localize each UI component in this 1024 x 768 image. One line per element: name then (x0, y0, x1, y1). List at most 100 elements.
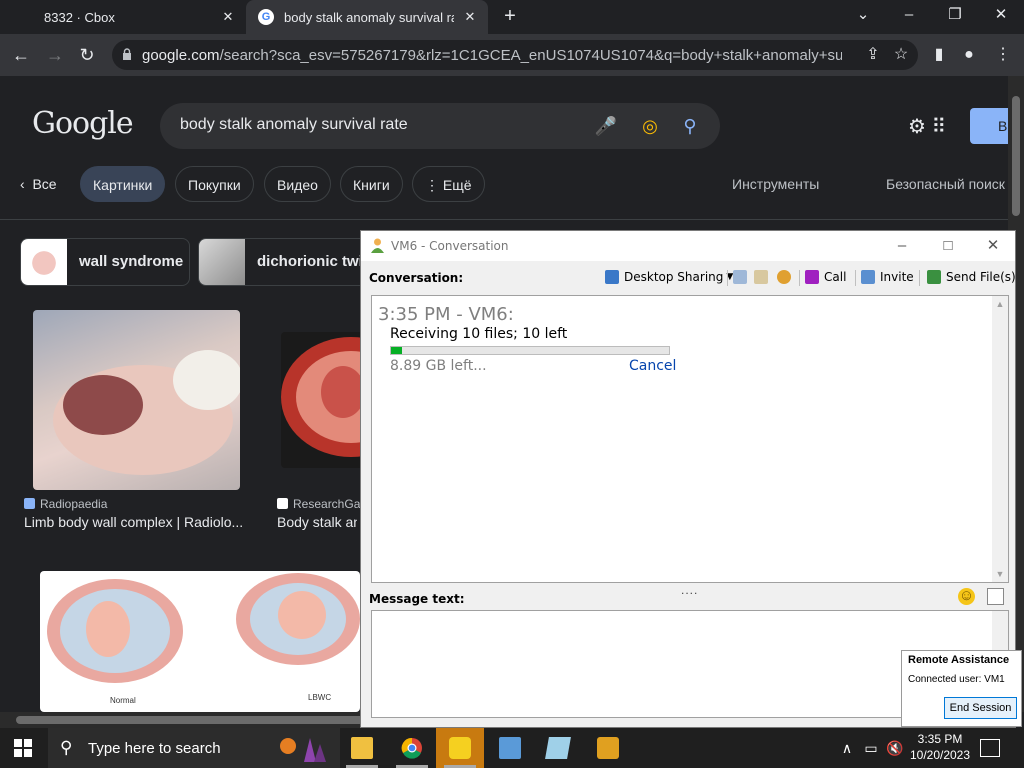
new-tab-button[interactable]: + (498, 4, 522, 28)
close-icon[interactable]: ✕ (978, 236, 1008, 256)
search-query: body stalk anomaly survival rate (180, 116, 408, 133)
network-icon[interactable]: ▭ (860, 728, 882, 768)
profile-icon[interactable]: ● (956, 42, 982, 68)
toolbar-separator (727, 270, 728, 286)
taskbar-chrome[interactable] (388, 728, 436, 768)
side-panel-icon[interactable]: ▮ (926, 42, 952, 68)
transfer-status-text: Receiving 10 files; 10 left (390, 326, 568, 342)
emoticon-icon[interactable] (958, 587, 975, 605)
settings-gear-icon[interactable]: ⚙ ⠿ (908, 114, 948, 140)
google-favicon-icon (258, 9, 274, 25)
result-image[interactable]: Normal LBWC (40, 571, 360, 712)
splitter-grip[interactable]: .... (681, 583, 698, 597)
search-input[interactable]: body stalk anomaly survival rate 🎤 ◎ ⚲ (160, 103, 720, 149)
minimize-icon[interactable]: – (887, 236, 917, 256)
conversation-history[interactable]: 3:35 PM - VM6: Receiving 10 files; 10 le… (371, 295, 1009, 583)
cancel-transfer-link[interactable]: Cancel (629, 358, 676, 374)
history-scrollbar[interactable]: ▲ ▼ (992, 296, 1008, 582)
related-chip[interactable]: wall syndrome (20, 238, 190, 286)
forward-icon[interactable]: → (42, 42, 68, 68)
reload-icon[interactable]: ↻ (74, 42, 100, 68)
volume-muted-icon[interactable]: 🔇 (884, 728, 906, 768)
remote-desktop-icon (499, 737, 521, 759)
tab-cbox[interactable]: 8332 · Cbox ✕ (0, 0, 246, 34)
video-call-icon (805, 270, 819, 284)
result-image[interactable] (33, 310, 240, 490)
close-window-icon[interactable]: ✕ (978, 0, 1024, 34)
result-photo (53, 350, 240, 475)
taskbar-app-notes[interactable] (534, 728, 582, 768)
google-logo[interactable]: Google (32, 106, 134, 141)
tab-shopping[interactable]: Покупки (175, 166, 254, 202)
tab-more[interactable]: ⋮ Ещё (412, 166, 485, 202)
conversation-titlebar[interactable]: VM6 - Conversation – □ ✕ (361, 231, 1015, 261)
result-title[interactable]: Limb body wall complex | Radiolo... (24, 514, 254, 530)
safesearch-button[interactable]: Безопасный поиск (874, 166, 1008, 202)
tab-search-chevron-icon[interactable]: ⌄ (840, 0, 886, 34)
minimize-icon[interactable]: – (886, 0, 932, 34)
scroll-up-icon[interactable]: ▲ (995, 299, 1005, 309)
voice-search-icon[interactable]: 🎤 (594, 114, 618, 138)
divider (0, 219, 1008, 220)
tab-google-search[interactable]: body stalk anomaly survival rate ✕ (246, 0, 488, 34)
related-chip[interactable]: dichorionic twin (198, 238, 368, 286)
games-icon (777, 270, 791, 284)
taskbar-search-box[interactable]: ⚲ Type here to search (48, 728, 340, 768)
tab-all[interactable]: ‹ Все (8, 166, 69, 202)
invite-button[interactable]: Invite (861, 268, 914, 286)
file-transfer-icon (754, 270, 768, 284)
close-tab-icon[interactable]: ✕ (220, 9, 236, 25)
taskbar-app-remote[interactable] (486, 728, 534, 768)
windows-start-icon[interactable] (14, 739, 32, 757)
size-left-text: 8.89 GB left... (390, 358, 487, 374)
call-button[interactable]: Call (805, 268, 846, 286)
search-icon: ⚲ (60, 738, 73, 757)
chip-thumbnail (21, 239, 67, 285)
end-session-button[interactable]: End Session (944, 697, 1017, 719)
toolbar-separator (919, 270, 920, 286)
sign-in-button[interactable]: В (970, 108, 1008, 144)
file-transfer-button[interactable] (754, 268, 773, 286)
whiteboard-button[interactable] (733, 268, 752, 286)
restore-icon[interactable]: ❐ (932, 0, 978, 34)
lens-icon[interactable]: ◎ (638, 114, 662, 138)
games-button[interactable] (777, 268, 796, 286)
folder-icon (351, 737, 373, 759)
search-placeholder: Type here to search (88, 740, 221, 757)
tools-button[interactable]: Инструменты (720, 166, 831, 202)
close-tab-icon[interactable]: ✕ (462, 9, 478, 25)
messenger-user-icon (371, 238, 384, 253)
taskbar-clock[interactable]: 3:35 PM 10/20/2023 (906, 731, 974, 763)
desktop-sharing-button[interactable]: Desktop Sharing ▼ (605, 268, 733, 286)
taskbar-app-assistance[interactable] (584, 728, 632, 768)
result-diagram (47, 573, 360, 683)
show-hidden-icons-chevron[interactable]: ∧ (836, 728, 858, 768)
progress-fill (391, 347, 403, 354)
tab-books[interactable]: Книги (340, 166, 403, 202)
scrollbar-thumb[interactable] (1012, 96, 1020, 216)
menu-kebab-icon[interactable]: ⋮ (990, 42, 1016, 68)
clock-date: 10/20/2023 (909, 748, 971, 762)
font-format-icon[interactable] (987, 588, 1004, 605)
bookmark-star-icon[interactable]: ☆ (888, 42, 914, 68)
tab-images[interactable]: Картинки (80, 166, 166, 202)
result-image[interactable] (281, 332, 371, 468)
share-icon[interactable]: ⇪ (860, 42, 886, 68)
taskbar-file-explorer[interactable] (338, 728, 386, 768)
address-bar[interactable]: google.com/search?sca_esv=575267179&rlz=… (112, 40, 918, 70)
tab-video[interactable]: Видео (264, 166, 331, 202)
search-tabs: ‹ Все Картинки Покупки Видео Книги ⋮ Ещё… (0, 166, 1008, 202)
scroll-down-icon[interactable]: ▼ (995, 569, 1005, 579)
conversation-label: Conversation: (369, 271, 464, 285)
back-icon[interactable]: ← (8, 42, 34, 68)
maximize-icon[interactable]: □ (933, 236, 963, 256)
taskbar-messenger[interactable] (436, 728, 484, 768)
notification-center-icon[interactable] (980, 739, 1000, 757)
result-title[interactable]: Body stalk an (277, 514, 357, 530)
toolbar-separator (799, 270, 800, 286)
halloween-search-art-icon (280, 738, 326, 762)
search-icon[interactable]: ⚲ (678, 114, 702, 138)
diagram-label: LBWC (308, 693, 332, 702)
send-files-button[interactable]: Send File(s) (927, 268, 1016, 286)
message-text-label: Message text: (369, 592, 465, 606)
